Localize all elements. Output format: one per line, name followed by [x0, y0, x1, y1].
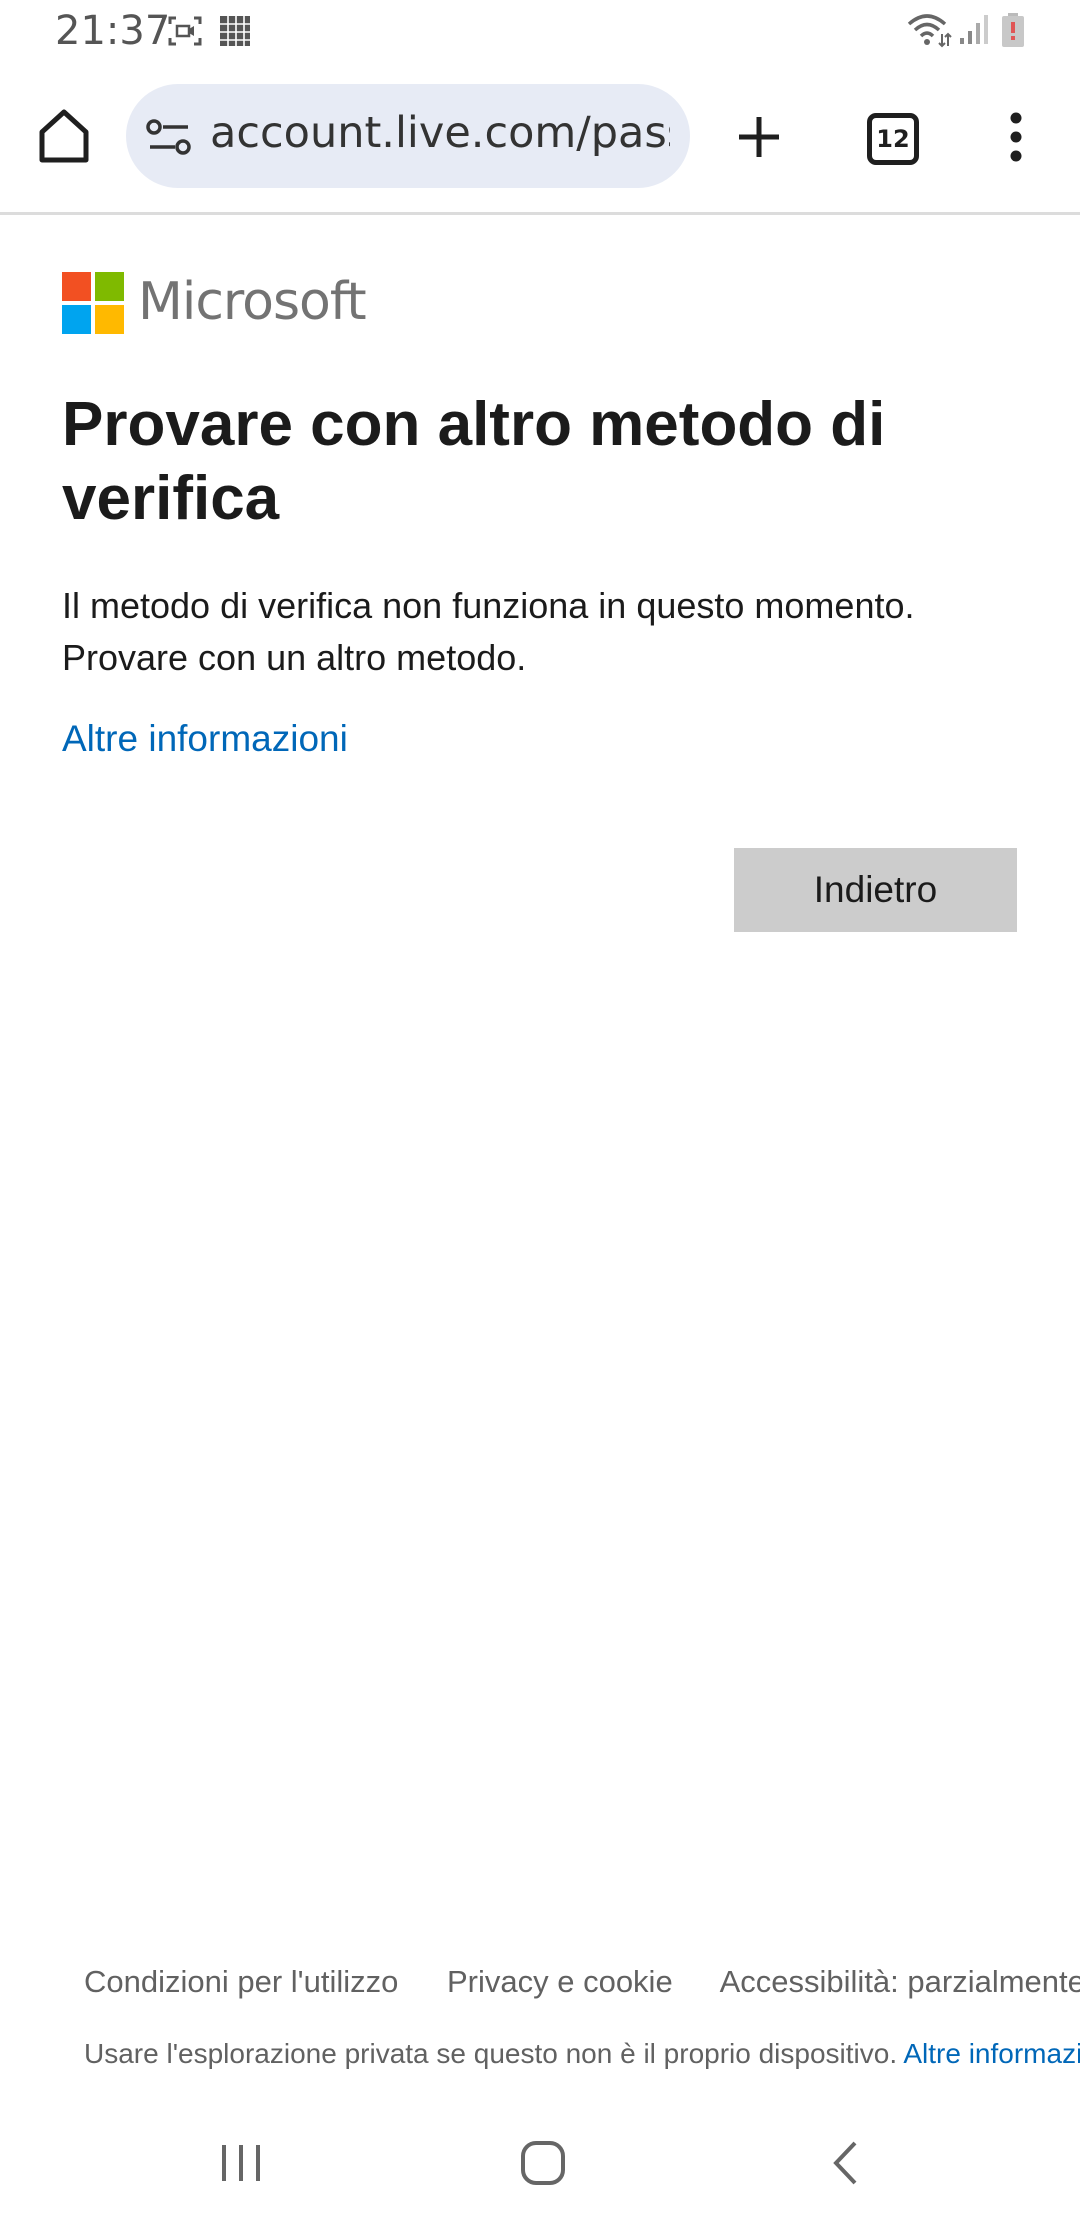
wifi-icon [907, 14, 952, 48]
tab-switcher-button[interactable]: 12 [867, 113, 919, 165]
address-bar[interactable]: account.live.com/password [126, 84, 690, 188]
back-nav-icon[interactable] [830, 2140, 860, 2186]
private-browsing-note: Usare l'esplorazione privata se questo n… [84, 2038, 1080, 2070]
screen-record-icon [168, 16, 202, 46]
home-icon[interactable] [38, 108, 90, 164]
tab-count: 12 [876, 125, 910, 153]
back-button[interactable]: Indietro [734, 848, 1017, 932]
microsoft-logo-icon [62, 272, 124, 334]
brand-name: Microsoft [138, 272, 367, 332]
system-nav-bar [0, 2110, 1080, 2220]
footer-link-accessibility[interactable]: Accessibilità: parzialmente conforme [720, 1964, 1080, 1999]
signal-icon [960, 15, 988, 44]
battery-low-icon [1002, 13, 1024, 47]
logo-red-square [62, 272, 91, 301]
recent-apps-icon[interactable] [218, 2142, 264, 2184]
footer-link-privacy[interactable]: Privacy e cookie [447, 1964, 673, 1999]
logo-green-square [95, 272, 124, 301]
status-bar: 21:37 [0, 0, 1080, 64]
private-note-link[interactable]: Altre informazioni [903, 2038, 1080, 2069]
logo-blue-square [62, 305, 91, 334]
gallery-app-icon [220, 16, 250, 46]
private-note-text: Usare l'esplorazione privata se questo n… [84, 2038, 898, 2069]
home-nav-icon[interactable] [520, 2140, 566, 2186]
url-text[interactable]: account.live.com/password [210, 108, 670, 158]
footer-links: Condizioni per l'utilizzo Privacy e cook… [84, 1964, 1080, 2000]
site-settings-icon[interactable] [146, 118, 192, 156]
more-info-link[interactable]: Altre informazioni [62, 718, 348, 760]
footer-link-terms[interactable]: Condizioni per l'utilizzo [84, 1964, 398, 1999]
logo-yellow-square [95, 305, 124, 334]
more-options-icon[interactable] [1006, 112, 1026, 162]
new-tab-icon[interactable] [736, 114, 782, 160]
browser-toolbar: account.live.com/password 12 [0, 64, 1080, 215]
page-title: Provare con altro metodo di verifica [62, 390, 886, 533]
description-text: Il metodo di verifica non funziona in qu… [62, 585, 915, 678]
status-time: 21:37 [55, 8, 171, 54]
